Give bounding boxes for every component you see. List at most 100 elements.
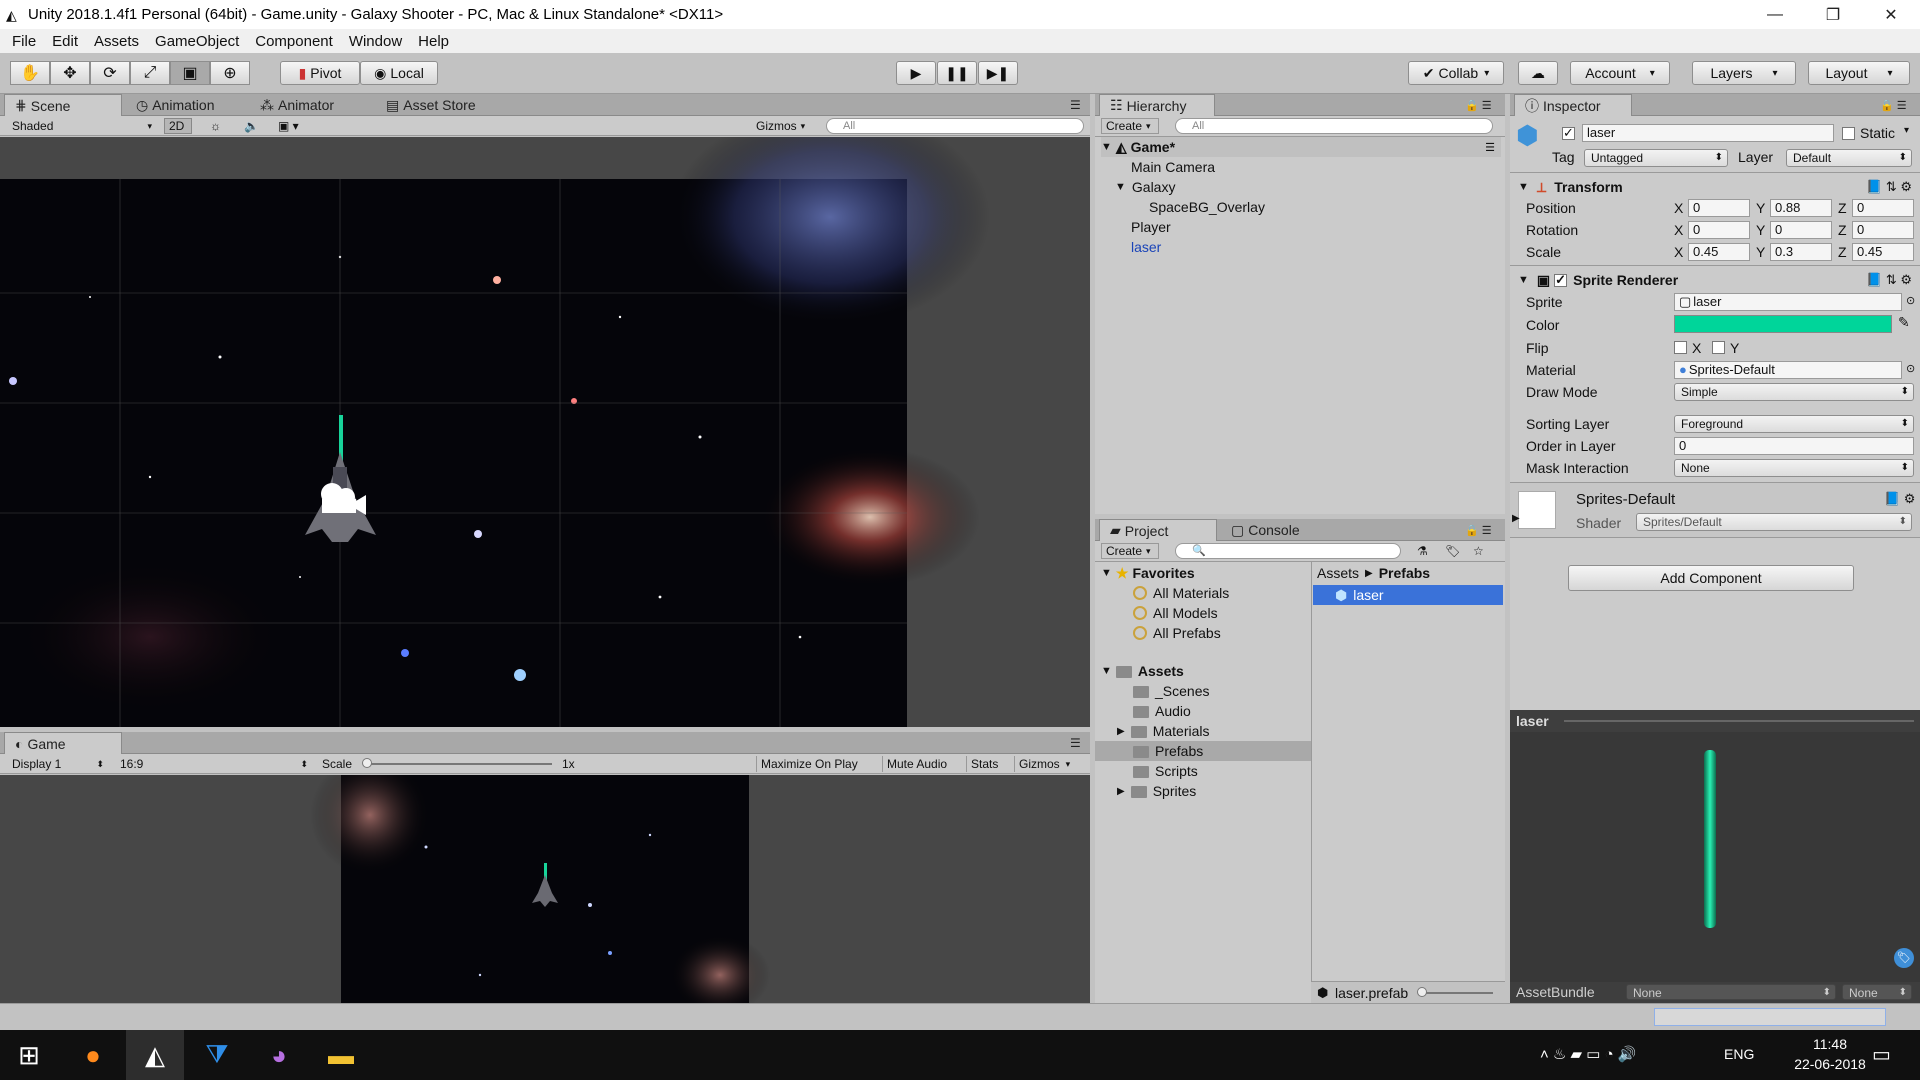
scale-tool-icon[interactable]: ⤢ — [130, 61, 170, 85]
vscode-icon[interactable]: ⧩ — [188, 1030, 246, 1080]
tab-scene[interactable]: ⋕ Scene — [4, 94, 122, 116]
tag-icon[interactable]: 🏷 — [1894, 948, 1914, 968]
eyedropper-icon[interactable]: ✎ — [1898, 314, 1910, 331]
object-picker-icon[interactable]: ⊙ — [1906, 294, 1915, 307]
project-create-dropdown[interactable]: Create ▾ — [1101, 543, 1159, 559]
close-button[interactable]: ✕ — [1862, 0, 1920, 29]
scale-slider-thumb[interactable] — [362, 758, 372, 768]
tab-inspector[interactable]: ⓘ Inspector — [1514, 94, 1632, 116]
material-settings-icon[interactable]: 📘 ⚙ — [1884, 491, 1915, 507]
project-lock-icon[interactable]: 🔒 ☰ — [1455, 519, 1502, 541]
tray-icons[interactable]: ˄ ♨ ▰ ▭ ◔ 🔊 — [1540, 1045, 1637, 1063]
github-desktop-icon[interactable]: ◕ — [250, 1030, 308, 1080]
folder-prefabs[interactable]: Prefabs — [1095, 741, 1311, 761]
mask-interaction-dropdown[interactable]: None — [1674, 459, 1914, 477]
pause-button[interactable]: ❚❚ — [937, 61, 977, 85]
scene-view[interactable] — [0, 107, 1090, 727]
tab-game[interactable]: ◐ Game — [4, 732, 122, 754]
clock-date[interactable]: 22-06-2018 — [1790, 1056, 1870, 1072]
static-dropdown-icon[interactable]: ▾ — [1904, 125, 1909, 136]
audio-icon[interactable]: 🔈 — [240, 118, 263, 134]
mute-audio-toggle[interactable]: Mute Audio — [882, 756, 951, 772]
hierarchy-item-player[interactable]: Player — [1131, 217, 1171, 237]
menu-edit[interactable]: Edit — [44, 33, 86, 50]
game-gizmos-dropdown[interactable]: Gizmos ▾ — [1014, 756, 1074, 772]
panel-menu-icon[interactable]: ☰ — [1060, 94, 1091, 116]
move-tool-icon[interactable]: ✥ — [50, 61, 90, 85]
assetbundle-variant-dropdown[interactable]: None — [1842, 984, 1912, 1001]
tab-asset-store[interactable]: ▤ Asset Store — [376, 94, 486, 116]
color-swatch[interactable] — [1674, 315, 1892, 333]
rotation-x-field[interactable]: 0 — [1688, 221, 1750, 239]
layer-dropdown[interactable]: Default — [1786, 149, 1912, 167]
position-x-field[interactable]: 0 — [1688, 199, 1750, 217]
tab-animator[interactable]: ⁂ Animator — [250, 94, 344, 116]
asset-laser-prefab[interactable]: ⬢ laser — [1313, 585, 1503, 605]
scale-x-field[interactable]: 0.45 — [1688, 243, 1750, 261]
language-indicator[interactable]: ENG — [1724, 1046, 1754, 1062]
local-button[interactable]: ◉ Local — [360, 61, 438, 85]
hierarchy-create-dropdown[interactable]: Create ▾ — [1101, 118, 1159, 134]
inspector-lock-icon[interactable]: 🔒 ☰ — [1870, 94, 1917, 116]
maximize-button[interactable]: ❐ — [1804, 0, 1862, 29]
tab-hierarchy[interactable]: ☷ Hierarchy — [1099, 94, 1215, 116]
favorite-all-models[interactable]: All Models — [1133, 603, 1218, 623]
pivot-button[interactable]: ▮ Pivot — [280, 61, 360, 85]
rotation-y-field[interactable]: 0 — [1770, 221, 1832, 239]
menu-assets[interactable]: Assets — [86, 33, 147, 50]
shading-dropdown[interactable]: Shaded ▾ — [8, 118, 154, 134]
transform-tool-icon[interactable]: ⊕ — [210, 61, 250, 85]
hierarchy-lock-icon[interactable]: 🔒 ☰ — [1455, 94, 1502, 116]
material-field[interactable]: ● Sprites-Default — [1674, 361, 1902, 379]
sprite-renderer-header[interactable]: ▼ ▣ Sprite Renderer 📘 ⇅ ⚙ — [1510, 269, 1920, 291]
folder-scripts[interactable]: Scripts — [1133, 761, 1198, 781]
position-y-field[interactable]: 0.88 — [1770, 199, 1832, 217]
draw-mode-dropdown[interactable]: Simple — [1674, 383, 1914, 401]
tab-console[interactable]: ▢ Console — [1221, 519, 1310, 541]
sprite-field[interactable]: ▢ laser — [1674, 293, 1902, 311]
filter-label-icon[interactable]: 🏷 — [1441, 543, 1464, 559]
scene-menu-icon[interactable]: ☰ — [1485, 141, 1495, 154]
folder-sprites[interactable]: ▶ Sprites — [1117, 781, 1196, 801]
display-dropdown[interactable]: Display 1 ⬍ — [8, 756, 108, 772]
preview-header[interactable]: laser — [1510, 710, 1920, 732]
icon-size-slider[interactable] — [1419, 992, 1493, 994]
component-settings-icon[interactable]: 📘 ⇅ ⚙ — [1866, 179, 1912, 195]
order-in-layer-field[interactable]: 0 — [1674, 437, 1914, 455]
rotate-tool-icon[interactable]: ⟳ — [90, 61, 130, 85]
shader-dropdown[interactable]: Sprites/Default — [1636, 513, 1912, 531]
lighting-icon[interactable]: ☼ — [206, 118, 225, 134]
add-component-button[interactable]: Add Component — [1568, 565, 1854, 591]
hierarchy-item-laser[interactable]: laser — [1131, 237, 1161, 257]
menu-component[interactable]: Component — [247, 33, 341, 50]
stats-toggle[interactable]: Stats — [966, 756, 1002, 772]
unity-taskbar-icon[interactable]: ◭ — [126, 1030, 184, 1080]
tab-animation[interactable]: ◷ Animation — [126, 94, 224, 116]
menu-help[interactable]: Help — [410, 33, 457, 50]
position-z-field[interactable]: 0 — [1852, 199, 1914, 217]
hierarchy-search-input[interactable]: All — [1175, 118, 1493, 134]
firefox-icon[interactable]: ● — [64, 1030, 122, 1080]
object-picker-icon[interactable]: ⊙ — [1906, 362, 1915, 375]
menu-window[interactable]: Window — [341, 33, 410, 50]
windows-start-icon[interactable]: ⊞ — [0, 1030, 58, 1080]
tag-dropdown[interactable]: Untagged — [1584, 149, 1728, 167]
step-button[interactable]: ▶❚ — [978, 61, 1018, 85]
scene-gizmos-dropdown[interactable]: Gizmos ▾ — [752, 118, 809, 134]
play-button[interactable]: ▶ — [896, 61, 936, 85]
folder-scenes[interactable]: _Scenes — [1133, 681, 1209, 701]
account-button[interactable]: Account ▾ — [1570, 61, 1670, 85]
assets-root[interactable]: ▼ Assets — [1101, 661, 1184, 681]
filter-type-icon[interactable]: ⚗ — [1413, 543, 1432, 559]
cloud-button[interactable]: ☁ — [1518, 61, 1558, 85]
assetbundle-dropdown[interactable]: None — [1626, 984, 1836, 1001]
hand-tool-icon[interactable]: ✋ — [10, 61, 50, 85]
tab-project[interactable]: ▰ Project — [1099, 519, 1217, 541]
object-name-field[interactable]: laser — [1582, 124, 1834, 142]
rect-tool-icon[interactable]: ▣ — [170, 61, 210, 85]
sprite-renderer-enabled-checkbox[interactable] — [1554, 272, 1568, 288]
favorite-star-icon[interactable]: ☆ — [1469, 543, 1488, 559]
clock-time[interactable]: 11:48 — [1790, 1036, 1870, 1052]
static-checkbox[interactable] — [1842, 127, 1855, 140]
minimize-button[interactable]: — — [1746, 0, 1804, 29]
